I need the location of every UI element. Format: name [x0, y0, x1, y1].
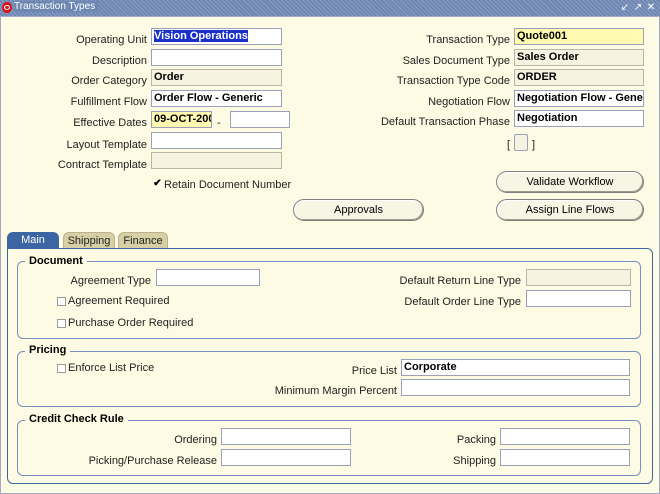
enforce-list-price-label: Enforce List Price	[68, 362, 155, 374]
flexfield-bracket-close: ]	[532, 139, 536, 151]
layout-template-label: Layout Template	[66, 139, 147, 151]
contract-template-field[interactable]	[151, 152, 282, 169]
transaction-type-code-label: Transaction Type Code	[396, 75, 510, 87]
approvals-button[interactable]: Approvals	[293, 199, 424, 221]
purchase-order-required-label: Purchase Order Required	[68, 317, 194, 329]
descriptive-flexfield[interactable]	[514, 134, 528, 151]
transaction-type-field[interactable]: Quote001	[514, 28, 644, 45]
minimum-margin-percent-label: Minimum Margin Percent	[274, 385, 397, 397]
sales-document-type-label: Sales Document Type	[402, 55, 510, 67]
shipping-field[interactable]	[500, 449, 630, 466]
price-list-label: Price List	[351, 365, 397, 377]
fulfillment-flow-label: Fulfillment Flow	[70, 96, 147, 108]
window-title: Transaction Types	[14, 1, 99, 12]
document-group-title: Document	[25, 255, 87, 267]
packing-label: Packing	[456, 434, 496, 446]
agreement-type-label: Agreement Type	[70, 275, 151, 287]
transaction-type-code-field[interactable]: ORDER	[514, 69, 644, 86]
default-return-line-type-field[interactable]	[526, 269, 631, 286]
layout-template-field[interactable]	[151, 132, 282, 149]
picking-purchase-release-label: Picking/Purchase Release	[88, 455, 217, 467]
shipping-label: Shipping	[453, 455, 496, 467]
assign-line-flows-button[interactable]: Assign Line Flows	[496, 199, 644, 221]
pricing-group-title: Pricing	[25, 344, 71, 356]
flexfield-bracket-open: [	[507, 139, 511, 151]
default-order-line-type-label: Default Order Line Type	[404, 296, 521, 308]
fulfillment-flow-field[interactable]: Order Flow - Generic	[151, 90, 282, 107]
default-transaction-phase-field[interactable]: Negotiation	[514, 110, 644, 127]
agreement-required-checkbox[interactable]	[57, 297, 66, 306]
negotiation-flow-field[interactable]: Negotiation Flow - Gene	[514, 90, 644, 107]
order-category-label: Order Category	[71, 75, 147, 87]
order-category-field[interactable]: Order	[151, 69, 282, 86]
enforce-list-price-checkbox[interactable]	[57, 364, 66, 373]
effective-date-to-field[interactable]	[230, 111, 290, 128]
picking-purchase-release-field[interactable]	[221, 449, 351, 466]
effective-dates-label: Effective Dates	[73, 117, 147, 129]
effective-date-from-field[interactable]: 09-OCT-200	[151, 111, 212, 128]
description-field[interactable]	[151, 49, 282, 66]
ordering-field[interactable]	[221, 428, 351, 445]
validate-workflow-button[interactable]: Validate Workflow	[496, 171, 644, 193]
oracle-logo-icon	[2, 2, 12, 13]
operating-unit-field[interactable]: Vision Operations	[151, 28, 282, 45]
ordering-label: Ordering	[174, 434, 217, 446]
price-list-field[interactable]: Corporate	[401, 359, 630, 376]
agreement-required-label: Agreement Required	[68, 295, 170, 307]
close-icon[interactable]: ✕	[645, 2, 657, 14]
transaction-type-label: Transaction Type	[426, 34, 510, 46]
title-bar	[0, 0, 660, 16]
tab-finance[interactable]: Finance	[118, 232, 168, 249]
default-transaction-phase-label: Default Transaction Phase	[380, 116, 510, 128]
sales-document-type-field[interactable]: Sales Order	[514, 49, 644, 66]
minimum-margin-percent-field[interactable]	[401, 379, 630, 396]
negotiation-flow-label: Negotiation Flow	[428, 96, 510, 108]
description-label: Description	[91, 55, 147, 67]
operating-unit-label: Operating Unit	[76, 34, 147, 46]
default-return-line-type-label: Default Return Line Type	[399, 275, 521, 287]
default-order-line-type-field[interactable]	[526, 290, 631, 307]
minimize-icon[interactable]: ↙	[619, 2, 631, 14]
contract-template-label: Contract Template	[57, 159, 147, 171]
retain-document-number-checkbox[interactable]: ✔	[153, 179, 162, 189]
tab-shipping[interactable]: Shipping	[63, 232, 115, 249]
agreement-type-field[interactable]	[156, 269, 260, 286]
purchase-order-required-checkbox[interactable]	[57, 319, 66, 328]
packing-field[interactable]	[500, 428, 630, 445]
tab-main[interactable]: Main	[7, 232, 59, 249]
credit-check-rule-group-title: Credit Check Rule	[25, 413, 128, 425]
maximize-icon[interactable]: ↗	[632, 2, 644, 14]
retain-document-number-label: Retain Document Number	[164, 179, 292, 191]
effective-dates-separator: -	[217, 117, 221, 129]
